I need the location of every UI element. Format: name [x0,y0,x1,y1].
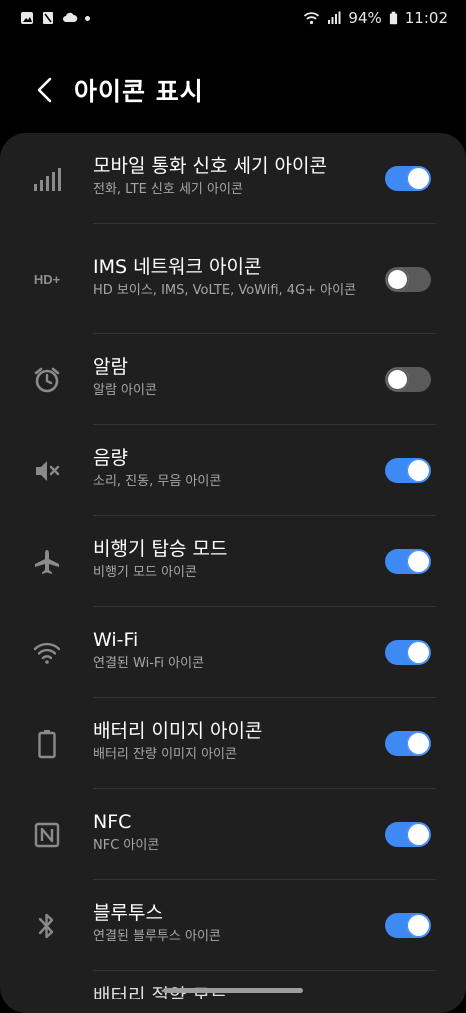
setting-text: Wi-Fi 연결된 Wi-Fi 아이콘 [93,628,366,673]
notification-dot [85,15,90,21]
chevron-left-icon [37,77,52,103]
battery-icon [30,727,64,761]
setting-text: NFC NFC 아이콘 [93,810,366,855]
nfc-toggle[interactable] [385,822,431,847]
status-left [20,11,90,25]
toggle-knob [386,267,409,291]
setting-row-battery-image[interactable]: 배터리 이미지 아이콘 배터리 잔량 이미지 아이콘 [0,698,466,789]
setting-text: 모바일 통화 신호 세기 아이콘 전화, LTE 신호 세기 아이콘 [93,154,366,199]
setting-row-airplane-mode[interactable]: 비행기 탑승 모드 비행기 모드 아이콘 [0,516,466,607]
volume-mute-icon [30,454,64,488]
page-title: 아이콘 표시 [74,77,204,106]
setting-text: 알람 알람 아이콘 [93,355,366,400]
nfc-icon [30,818,64,852]
cloud-icon [63,12,78,22]
setting-row-wifi[interactable]: Wi-Fi 연결된 Wi-Fi 아이콘 [0,607,466,698]
hd-plus-icon-label: HD+ [33,271,61,287]
toggle-knob [407,641,430,664]
setting-title: IMS 네트워크 아이콘 [93,255,262,278]
airplane-mode-toggle[interactable] [385,549,431,574]
setting-title: 비행기 탑승 모드 [93,538,228,560]
status-bar: 94% 11:02 [0,0,466,36]
setting-subtitle: 연결된 블루투스 아이콘 [93,929,221,944]
setting-text: 배터리 이미지 아이콘 배터리 잔량 이미지 아이콘 [93,719,366,764]
clock: 11:02 [404,9,448,27]
setting-text: 음량 소리, 진동, 무음 아이콘 [93,446,366,491]
battery-icon [389,11,397,25]
toggle-knob [407,914,430,937]
setting-row-nfc[interactable]: NFC NFC 아이콘 [0,789,466,880]
setting-text: IMS 네트워크 아이콘 HD 보이스, IMS, VoLTE, VoWifi,… [93,255,370,300]
bluetooth-toggle[interactable] [385,913,431,938]
setting-title: 모바일 통화 신호 세기 아이콘 [93,155,327,177]
setting-text: 블루투스 연결된 블루투스 아이콘 [93,901,366,946]
ims-network-toggle[interactable] [385,266,431,292]
bluetooth-icon [30,909,64,943]
alarm-icon [30,363,64,397]
mobile-signal-toggle[interactable] [385,166,431,191]
toggle-knob [407,732,430,755]
gesture-nav-handle[interactable] [163,988,303,993]
setting-row-ims-network[interactable]: HD+ IMS 네트워크 아이콘 HD 보이스, IMS, VoLTE, VoW… [0,224,466,334]
battery-percent: 94% [348,9,382,27]
setting-title: 블루투스 [93,902,163,924]
setting-title: Wi-Fi [93,629,139,651]
setting-row-mobile-signal[interactable]: 모바일 통화 신호 세기 아이콘 전화, LTE 신호 세기 아이콘 [0,133,466,224]
setting-row-bluetooth[interactable]: 블루투스 연결된 블루투스 아이콘 [0,880,466,971]
setting-subtitle: 알람 아이콘 [93,383,157,398]
image-icon [21,12,33,24]
setting-subtitle: 전화, LTE 신호 세기 아이콘 [93,182,243,197]
signal-bars-icon [30,162,64,196]
setting-text: 비행기 탑승 모드 비행기 모드 아이콘 [93,537,366,582]
toggle-knob [407,459,430,482]
setting-title: 음량 [93,447,128,469]
setting-row-volume[interactable]: 음량 소리, 진동, 무음 아이콘 [0,425,466,516]
airplane-icon [30,545,64,579]
mic-off-icon [43,12,53,24]
setting-subtitle: 배터리 잔량 이미지 아이콘 [93,747,237,762]
setting-subtitle: 비행기 모드 아이콘 [93,565,197,580]
setting-subtitle: 연결된 Wi-Fi 아이콘 [93,656,205,671]
status-right: 94% 11:02 [303,9,448,27]
setting-row-alarm[interactable]: 알람 알람 아이콘 [0,334,466,425]
toggle-knob [407,823,430,846]
volume-toggle[interactable] [385,458,431,483]
wifi-icon [30,636,64,670]
back-button[interactable] [24,70,64,110]
setting-subtitle: NFC 아이콘 [93,838,160,853]
battery-image-toggle[interactable] [385,731,431,756]
toggle-knob [386,368,409,391]
app-bar: 아이콘 표시 [0,58,466,122]
toggle-knob [407,167,430,190]
setting-title: NFC [93,811,132,833]
alarm-toggle[interactable] [385,367,431,392]
setting-subtitle: HD 보이스, IMS, VoLTE, VoWifi, 4G+ 아이콘 [93,282,357,298]
divider [93,970,436,971]
setting-title: 배터리 이미지 아이콘 [93,720,263,742]
wifi-icon [304,12,320,25]
hd-plus-icon: HD+ [30,262,64,296]
wifi-toggle[interactable] [385,640,431,665]
setting-subtitle: 소리, 진동, 무음 아이콘 [93,474,222,489]
toggle-knob [407,550,430,573]
signal-icon [328,11,341,24]
settings-card: 모바일 통화 신호 세기 아이콘 전화, LTE 신호 세기 아이콘 HD+ I… [0,133,466,1013]
setting-title: 알람 [93,356,128,378]
